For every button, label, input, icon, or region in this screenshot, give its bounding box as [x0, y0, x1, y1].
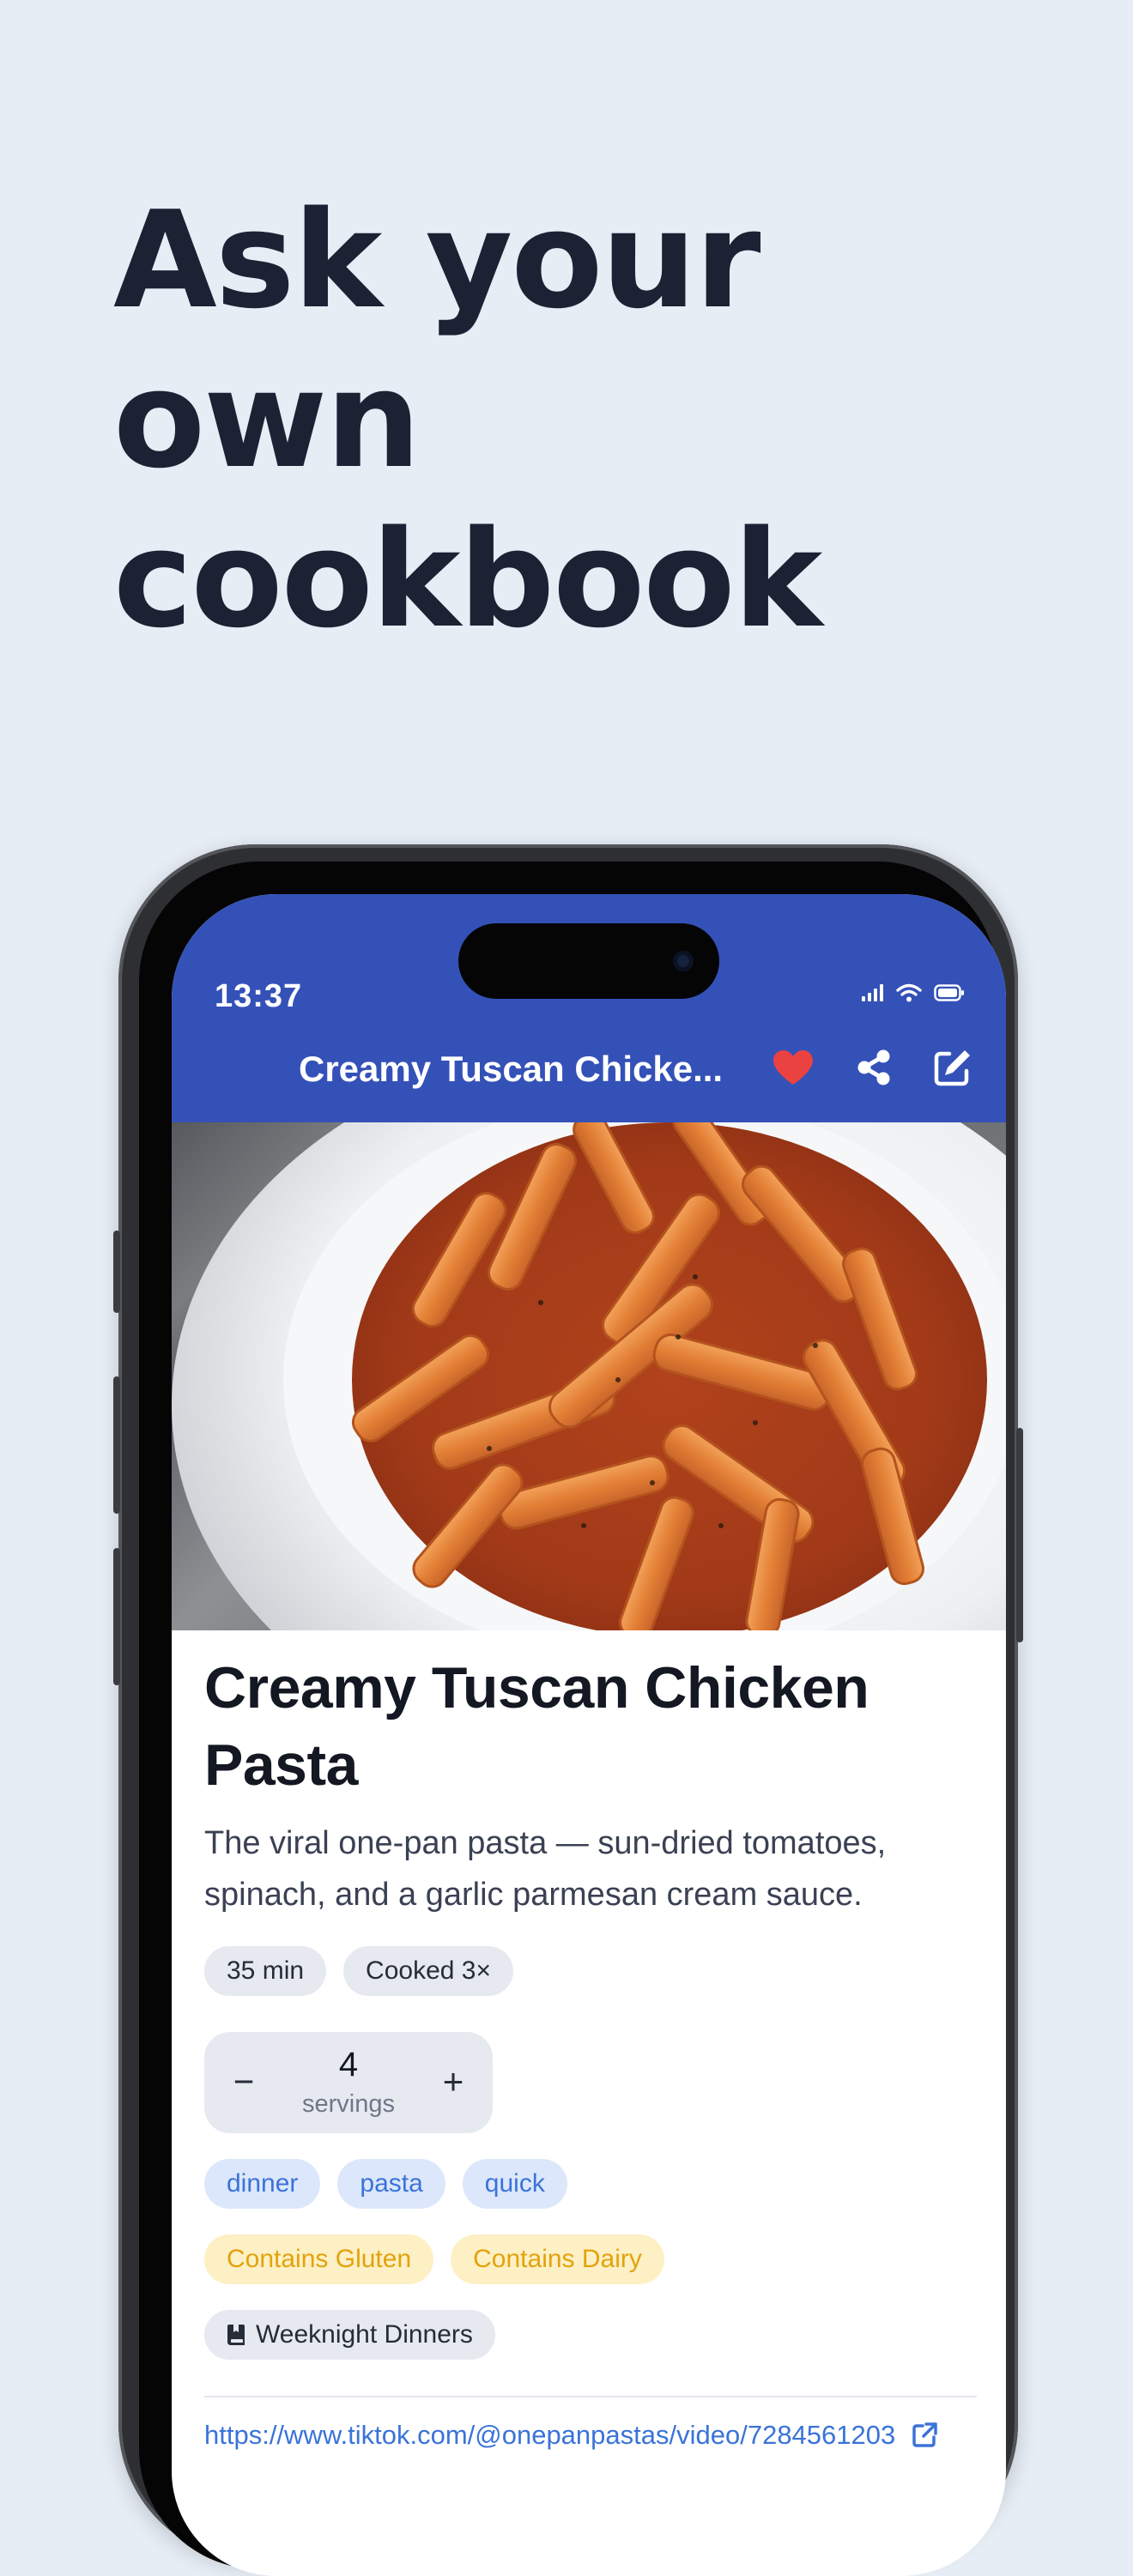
book-icon	[227, 2325, 245, 2345]
collection-chip[interactable]: Weeknight Dinners	[204, 2310, 495, 2360]
recipe-title: Creamy Tuscan Chicken Pasta	[204, 1655, 869, 1798]
external-link-icon[interactable]	[911, 2422, 938, 2449]
allergen-gluten: Contains Gluten	[204, 2234, 434, 2284]
phone-frame: 13:37 Creamy Tuscan Chicke... Creamy Tus…	[113, 844, 1023, 2576]
top-bar: 13:37 Creamy Tuscan Chicke...	[172, 894, 1006, 1122]
marketing-headline: Ask your own cookbook	[113, 180, 972, 659]
favorite-button[interactable]	[766, 1040, 821, 1095]
cook-time-badge: 35 min	[204, 1946, 327, 1996]
battery-icon	[934, 984, 964, 1001]
source-url[interactable]: https://www.tiktok.com/@onepanpastas/vid…	[204, 2420, 895, 2451]
heart-icon	[773, 1050, 813, 1085]
tag-quick[interactable]: quick	[462, 2159, 567, 2209]
nav-title: Creamy Tuscan Chicke...	[299, 1049, 724, 1089]
cooked-count-badge: Cooked 3×	[343, 1946, 513, 1996]
status-icons	[862, 983, 965, 1002]
headline-line-3: cookbook	[113, 501, 822, 657]
edit-button[interactable]	[925, 1040, 980, 1095]
recipe-photo	[172, 1122, 1006, 1630]
recipe-tags: dinner pasta quick	[204, 2159, 977, 2209]
camera-icon	[673, 951, 694, 971]
recipe-description: The viral one-pan pasta — sun-dried toma…	[204, 1825, 887, 1913]
share-button[interactable]	[846, 1040, 901, 1095]
servings-stepper: − 4 servings +	[204, 2032, 493, 2133]
collection-name: Weeknight Dinners	[256, 2320, 473, 2349]
phone-bezel: 13:37 Creamy Tuscan Chicke... Creamy Tus…	[139, 862, 1006, 2576]
phone-action-button	[113, 1231, 120, 1313]
recipe-content: Creamy Tuscan Chicken Pasta The viral on…	[204, 1649, 977, 2451]
allergen-badges: Contains Gluten Contains Dairy	[204, 2234, 977, 2284]
tag-pasta[interactable]: pasta	[337, 2159, 445, 2209]
source-link[interactable]: https://www.tiktok.com/@onepanpastas/vid…	[204, 2420, 977, 2451]
phone-volume-up-button	[113, 1376, 120, 1514]
phone-side-button	[1016, 1428, 1023, 1642]
allergen-dairy: Contains Dairy	[451, 2234, 664, 2284]
status-time: 13:37	[215, 978, 303, 1014]
cellular-signal-icon	[862, 984, 883, 1001]
collections: Weeknight Dinners	[204, 2310, 977, 2360]
edit-icon	[934, 1050, 970, 1086]
pasta-dish-image	[172, 1122, 1006, 1630]
recipe-meta: 35 min Cooked 3×	[204, 1946, 977, 1996]
wifi-icon	[896, 983, 922, 1002]
headline-line-2: own	[113, 342, 421, 498]
dynamic-island	[458, 923, 719, 999]
share-icon	[857, 1049, 890, 1085]
divider	[204, 2396, 977, 2398]
increase-servings-button[interactable]: +	[429, 2058, 477, 2106]
phone-volume-down-button	[113, 1548, 120, 1685]
phone-screen: 13:37 Creamy Tuscan Chicke... Creamy Tus…	[172, 894, 1006, 2576]
headline-line-1: Ask your	[113, 182, 761, 338]
tag-dinner[interactable]: dinner	[204, 2159, 321, 2209]
